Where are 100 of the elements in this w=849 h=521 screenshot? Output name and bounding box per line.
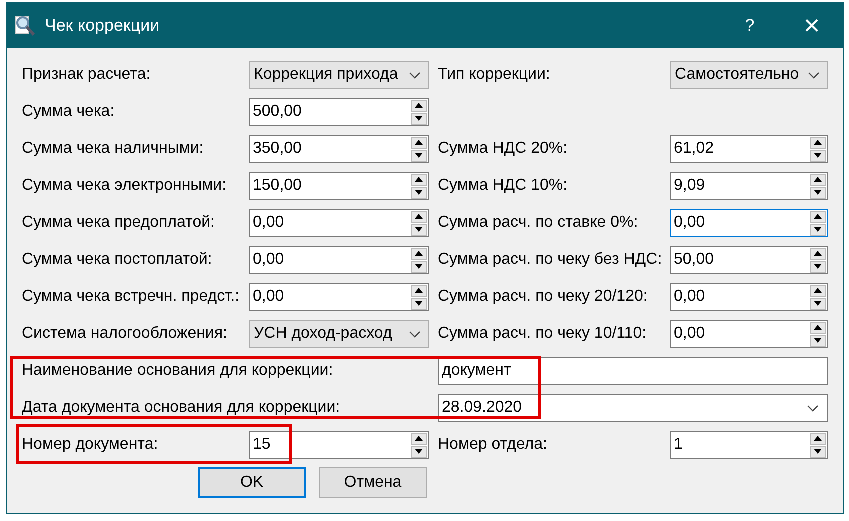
down-triangle-icon [814, 301, 822, 306]
spin-up-button[interactable] [411, 174, 427, 186]
up-triangle-icon [415, 214, 423, 219]
field-label: Наименование основания для коррекции: [22, 361, 334, 381]
spin-down-button[interactable] [810, 150, 826, 162]
spin-up-button[interactable] [411, 100, 427, 112]
field-label: Сумма чека постоплатой: [22, 250, 214, 270]
down-triangle-icon [415, 227, 423, 232]
spin-down-button[interactable] [810, 446, 826, 458]
spin-up-button[interactable] [411, 248, 427, 260]
field-value: 9,09 [674, 176, 706, 196]
text-field[interactable]: документ [438, 357, 828, 385]
field-value: 15 [253, 435, 271, 455]
up-triangle-icon [415, 436, 423, 441]
spin-up-button[interactable] [411, 210, 427, 222]
up-triangle-icon [415, 288, 423, 293]
field-value: 61,02 [674, 139, 714, 159]
up-triangle-icon [415, 103, 423, 108]
field-value: 0,00 [674, 287, 706, 307]
field-label: Сумма расч. по чеку 20/120: [438, 287, 649, 307]
field-label: Номер документа: [22, 435, 160, 455]
down-triangle-icon [814, 153, 822, 158]
down-triangle-icon [814, 190, 822, 195]
spin-up-button[interactable] [810, 284, 826, 296]
down-triangle-icon [814, 227, 822, 232]
field-value: 0,00 [674, 324, 706, 344]
spin-field[interactable]: 0,00 [670, 283, 828, 311]
up-triangle-icon [415, 177, 423, 182]
field-value: 1 [674, 435, 683, 455]
spin-up-button[interactable] [810, 248, 826, 260]
spin-field[interactable]: 50,00 [670, 246, 828, 274]
up-triangle-icon [415, 140, 423, 145]
spin-down-button[interactable] [411, 186, 427, 198]
up-triangle-icon [814, 140, 822, 145]
spin-down-button[interactable] [411, 446, 427, 458]
field-value: 0,00 [253, 250, 284, 270]
field-value: 0,00 [253, 287, 284, 307]
field-value: 350,00 [253, 139, 302, 159]
field-value: 0,00 [674, 213, 706, 233]
spin-field[interactable]: 0,00 [670, 209, 828, 237]
magnifier-icon [13, 14, 37, 38]
spin-field[interactable]: 500,00 [249, 98, 429, 126]
field-label: Признак расчета: [22, 65, 152, 85]
spin-field[interactable]: 0,00 [249, 246, 429, 274]
spin-down-button[interactable] [810, 186, 826, 198]
dialog-button[interactable]: OK [198, 467, 306, 498]
spin-field[interactable]: 0,00 [249, 283, 429, 311]
date-field[interactable]: 28.09.2020 [438, 394, 828, 422]
spin-up-button[interactable] [810, 322, 826, 334]
close-button[interactable]: × [789, 3, 835, 48]
spin-down-button[interactable] [411, 224, 427, 236]
spin-field[interactable]: 150,00 [249, 172, 429, 200]
spin-field[interactable]: 1 [670, 431, 828, 459]
spin-field[interactable]: 9,09 [670, 172, 828, 200]
spin-down-button[interactable] [411, 112, 427, 124]
field-value: 50,00 [674, 250, 714, 270]
down-triangle-icon [814, 264, 822, 269]
spin-down-button[interactable] [411, 150, 427, 162]
down-triangle-icon [415, 301, 423, 306]
spin-down-button[interactable] [810, 260, 826, 272]
spin-up-button[interactable] [810, 432, 826, 444]
up-triangle-icon [814, 325, 822, 330]
up-triangle-icon [415, 251, 423, 256]
field-label: Сумма чека встречн. предст.: [22, 287, 241, 307]
field-label: Сумма расч. по чеку 10/110: [438, 324, 648, 344]
spin-up-button[interactable] [810, 136, 826, 148]
spin-field[interactable]: 15 [249, 431, 429, 459]
field-label: Тип коррекции: [438, 65, 552, 85]
chevron-down-icon [409, 330, 421, 338]
spin-field[interactable]: 0,00 [670, 320, 828, 348]
field-label: Сумма расч. по чеку без НДС: [438, 250, 664, 270]
field-label: Сумма НДС 20%: [438, 139, 569, 159]
spin-up-button[interactable] [411, 136, 427, 148]
spin-down-button[interactable] [810, 334, 826, 346]
chevron-down-icon [409, 72, 421, 78]
dropdown[interactable]: Самостоятельно [670, 61, 828, 89]
field-label: Сумма чека электронными: [22, 176, 228, 196]
help-button[interactable]: ? [727, 3, 773, 48]
field-label: Сумма чека предоплатой: [22, 213, 216, 233]
dropdown[interactable]: УСН доход-расход [249, 320, 429, 348]
spin-down-button[interactable] [411, 298, 427, 310]
spin-up-button[interactable] [810, 174, 826, 186]
spin-down-button[interactable] [810, 224, 826, 236]
down-triangle-icon [415, 190, 423, 195]
up-triangle-icon [814, 251, 822, 256]
dialog-button[interactable]: Отмена [319, 467, 427, 498]
spin-field[interactable]: 61,02 [670, 135, 828, 163]
field-label: Номер отдела: [438, 435, 548, 455]
field-value: 500,00 [253, 102, 302, 122]
chevron-down-icon [808, 72, 820, 78]
dropdown[interactable]: Коррекция прихода [249, 61, 429, 89]
spin-field[interactable]: 350,00 [249, 135, 429, 163]
up-triangle-icon [814, 288, 822, 293]
spin-up-button[interactable] [411, 284, 427, 296]
spin-down-button[interactable] [411, 260, 427, 272]
down-triangle-icon [415, 153, 423, 158]
spin-up-button[interactable] [411, 432, 427, 444]
spin-up-button[interactable] [810, 210, 826, 222]
spin-field[interactable]: 0,00 [249, 209, 429, 237]
spin-down-button[interactable] [810, 298, 826, 310]
